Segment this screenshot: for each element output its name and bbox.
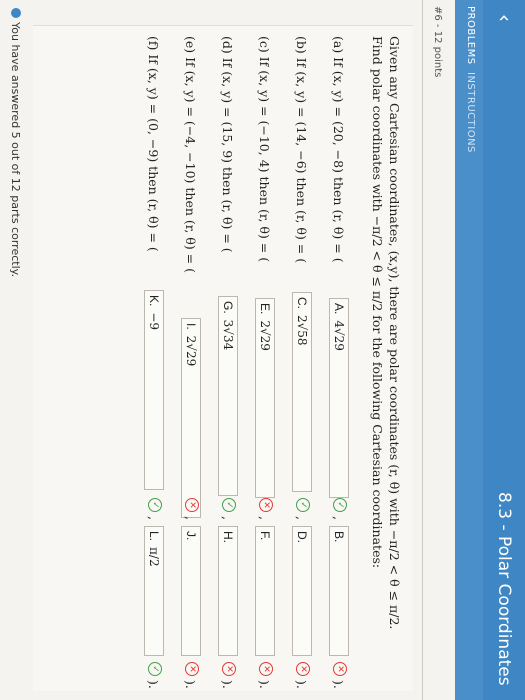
part-question: (d) If (x, y) = (15, 9) then (r, θ) = (	[220, 36, 235, 253]
answer-letter: J.	[184, 531, 198, 541]
theta-incorrect-x-icon: ✕	[222, 662, 236, 676]
theta-correct-check-icon: ✓	[148, 662, 162, 676]
header-bar: ‹ 8.3 - Polar Coordinates	[483, 0, 525, 700]
close-paren: ).	[294, 680, 309, 689]
answer-value: π/2	[147, 547, 161, 567]
theta-incorrect-x-icon: ✕	[333, 662, 347, 676]
answer-letter: C.	[295, 297, 309, 309]
divider	[422, 0, 423, 700]
answer-letter: F.	[258, 531, 272, 541]
score-status: You have answered 5 out of 12 parts corr…	[9, 8, 22, 277]
chevron-left-icon[interactable]: ‹	[493, 14, 517, 22]
r-correct-check-icon: ✓	[333, 498, 347, 512]
r-answer-field[interactable]: E. 2√29	[255, 298, 275, 498]
screen: ‹ 8.3 - Polar Coordinates PROBLEMS INSTR…	[0, 0, 525, 700]
tab-instructions[interactable]: INSTRUCTIONS	[465, 72, 476, 153]
comma-separator: ,	[257, 516, 272, 520]
close-paren: ).	[183, 680, 198, 689]
answer-value: 4√29	[332, 320, 346, 351]
answer-value: −9	[147, 312, 161, 331]
theta-incorrect-x-icon: ✕	[185, 662, 199, 676]
theta-answer-field[interactable]: H.	[218, 526, 238, 656]
answer-value: 2√29	[258, 320, 272, 351]
part-question: (c) If (x, y) = (−10, 4) then (r, θ) = (	[257, 36, 272, 263]
close-paren: ).	[146, 680, 161, 689]
stem-line-1: Given any Cartesian coordinates, (x,y), …	[387, 36, 402, 630]
answer-letter: A.	[332, 303, 346, 315]
theta-answer-field[interactable]: F.	[255, 526, 275, 656]
r-correct-check-icon: ✓	[222, 498, 236, 512]
r-answer-field[interactable]: A. 4√29	[329, 298, 349, 498]
part-row: (c) If (x, y) = (−10, 4) then (r, θ) = (…	[253, 36, 275, 696]
part-row: (f) If (x, y) = (0, −9) then (r, θ) = ( K…	[142, 36, 164, 696]
info-icon	[11, 8, 21, 18]
theta-answer-field[interactable]: D.	[292, 526, 312, 656]
close-paren: ).	[257, 680, 272, 689]
comma-separator: ,	[220, 516, 235, 520]
answer-letter: H.	[221, 531, 235, 543]
answer-letter: D.	[295, 531, 309, 543]
score-text: You have answered 5 out of 12 parts corr…	[9, 22, 22, 278]
answer-letter: E.	[258, 303, 272, 315]
answer-value: 2√58	[295, 315, 309, 346]
answer-letter: L.	[147, 531, 161, 542]
tab-bar: PROBLEMS INSTRUCTIONS	[455, 0, 483, 700]
r-answer-field[interactable]: G. 3√34	[218, 296, 238, 496]
close-paren: ).	[331, 680, 346, 689]
r-correct-check-icon: ✓	[148, 498, 162, 512]
comma-separator: ,	[146, 516, 161, 520]
r-answer-field[interactable]: I. 2√29	[181, 318, 201, 518]
part-row: (a) If (x, y) = (20, −8) then (r, θ) = (…	[327, 36, 349, 696]
part-row: (b) If (x, y) = (14, −6) then (r, θ) = (…	[290, 36, 312, 696]
comma-separator: ,	[183, 516, 198, 520]
r-incorrect-x-icon: ✕	[259, 498, 273, 512]
problem-stem: Given any Cartesian coordinates, (x,y), …	[369, 36, 403, 676]
theta-incorrect-x-icon: ✕	[296, 662, 310, 676]
r-incorrect-x-icon: ✕	[185, 498, 199, 512]
answer-letter: G.	[221, 301, 235, 314]
answer-letter: I.	[184, 323, 198, 330]
theta-answer-field[interactable]: L. π/2	[144, 526, 164, 656]
comma-separator: ,	[331, 516, 346, 520]
comma-separator: ,	[294, 516, 309, 520]
close-paren: ).	[220, 680, 235, 689]
part-question: (a) If (x, y) = (20, −8) then (r, θ) = (	[331, 36, 346, 263]
part-row: (e) If (x, y) = (−4, −10) then (r, θ) = …	[179, 36, 201, 696]
answer-value: 2√29	[184, 335, 198, 367]
part-row: (d) If (x, y) = (15, 9) then (r, θ) = ( G…	[216, 36, 238, 696]
theta-answer-field[interactable]: B.	[329, 526, 349, 656]
part-question: (f) If (x, y) = (0, −9) then (r, θ) = (	[146, 36, 161, 252]
tab-problems[interactable]: PROBLEMS	[465, 6, 476, 65]
part-question: (b) If (x, y) = (14, −6) then (r, θ) = (	[294, 36, 309, 264]
r-answer-field[interactable]: C. 2√58	[292, 292, 312, 492]
part-question: (e) If (x, y) = (−4, −10) then (r, θ) = …	[183, 36, 198, 273]
problem-points: #6 - 12 points	[432, 6, 443, 78]
r-correct-check-icon: ✓	[296, 498, 310, 512]
answer-value: 3√34	[221, 319, 235, 351]
answer-letter: K.	[147, 295, 161, 307]
answer-letter: B.	[332, 531, 346, 543]
theta-answer-field[interactable]: J.	[181, 526, 201, 656]
r-answer-field[interactable]: K. −9	[144, 290, 164, 490]
stem-line-2: Find polar coordinates with −π/2 < θ ≤ π…	[370, 36, 385, 569]
theta-incorrect-x-icon: ✕	[259, 662, 273, 676]
page-title: 8.3 - Polar Coordinates	[494, 492, 514, 686]
